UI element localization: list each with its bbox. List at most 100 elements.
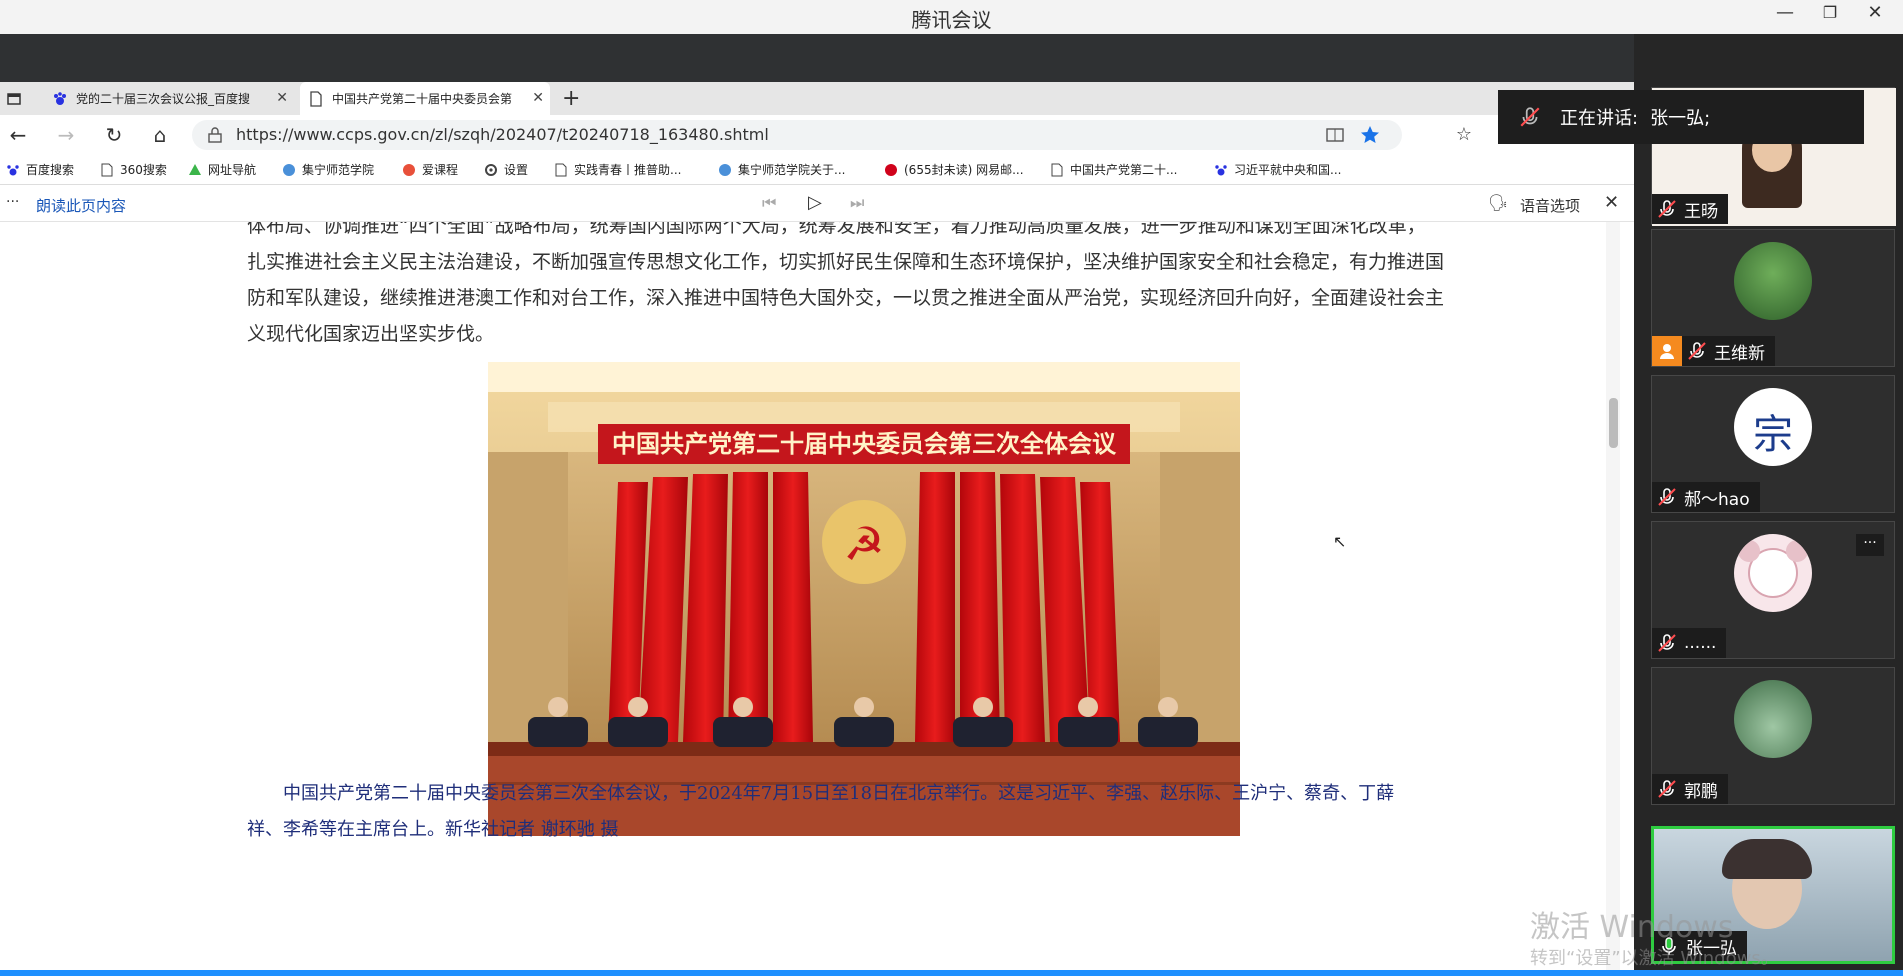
bookmark-item[interactable]: 360搜索: [100, 161, 167, 178]
favorite-star-icon[interactable]: [1360, 125, 1380, 145]
page-icon: [555, 163, 567, 176]
forward-icon[interactable]: →: [52, 121, 80, 149]
reading-view-icon[interactable]: [1326, 127, 1344, 143]
next-paragraph-icon[interactable]: ⏭: [850, 193, 864, 213]
speaking-indicator: 正在讲话: 张一弘;: [1498, 90, 1864, 144]
speaking-name: 张一弘;: [1650, 108, 1711, 129]
minimize-button[interactable]: —: [1763, 0, 1807, 30]
participant-tile[interactable]: ··· ......: [1651, 521, 1895, 659]
paragraph-line: 防和军队建设，继续推进港澳工作和对台工作，深入推进中国特色大国外交，一以贯之推进…: [247, 287, 1445, 309]
tab-strip: 党的二十届三次会议公报_百度搜 ✕ 中国共产党第二十届中央委员会第 ✕ +: [0, 82, 1634, 115]
bookmark-item[interactable]: 中国共产党第二十...: [1050, 161, 1177, 178]
plenary-hall-image: 中国共产党第二十届中央委员会第三次全体会议 ☭: [488, 362, 1240, 836]
taskbar-edge: [0, 970, 1903, 976]
paragraph-line: 体布局、协调推进“四个全面”战略布局，统筹国内国际两个大局，统筹发展和安全，着力…: [247, 222, 1426, 237]
photo-caption: 中国共产党第二十届中央委员会第三次全体会议，于2024年7月15日至18日在北京…: [247, 776, 1487, 848]
participant-avatar: [1734, 534, 1812, 612]
bookmark-item[interactable]: 集宁师范学院: [282, 161, 374, 178]
previous-paragraph-icon[interactable]: ⏮: [762, 193, 776, 213]
new-tab-button[interactable]: +: [554, 82, 584, 115]
voice-icon: 🗣: [1488, 193, 1509, 212]
paragraph-line: 扎实推进社会主义民主法治建设，不断加强宣传思想文化工作，切实抓好民生保障和生态环…: [247, 251, 1445, 273]
baidu-paw-icon: [54, 91, 66, 105]
read-aloud-bar: ··· 朗读此页内容 ⏮ ▷ ⏭ 🗣 语音选项 ✕: [0, 186, 1634, 222]
bookmark-item[interactable]: (655封未读) 网易邮...: [884, 161, 1024, 178]
screen: 腾讯会议 — ❐ ✕ 党的二十届三次会议公报_百度搜 ✕ 中国共产党第二十届中央…: [0, 0, 1903, 976]
article-paragraph: 体布局、协调推进“四个全面”战略布局，统筹国内国际两个大局，统筹发展和安全，着力…: [247, 222, 1487, 352]
baidu-paw-icon: [7, 164, 19, 175]
favorites-icon[interactable]: ☆: [1450, 121, 1478, 149]
bookmark-item[interactable]: 爱课程: [402, 161, 458, 178]
close-read-aloud-icon[interactable]: ✕: [1604, 192, 1619, 213]
participant-tile[interactable]: 郭鹏: [1651, 667, 1895, 805]
bookmark-item[interactable]: 习近平就中央和国...: [1214, 161, 1341, 178]
more-options-button[interactable]: ···: [1856, 534, 1884, 556]
navigation-site-icon: [189, 163, 201, 175]
close-window-button[interactable]: ✕: [1853, 0, 1897, 30]
url-text: https://www.ccps.gov.cn/zl/szqh/202407/t…: [236, 125, 769, 144]
home-icon[interactable]: ⌂: [146, 121, 174, 149]
participant-avatar: [1734, 242, 1812, 320]
participant-avatar: 宗: [1734, 388, 1812, 466]
app-title: 腾讯会议: [911, 8, 992, 32]
mic-muted-icon: [1658, 634, 1676, 652]
participant-tile[interactable]: 宗 郝～hao: [1651, 375, 1895, 513]
bookmark-item[interactable]: 设置: [484, 161, 528, 178]
tab-close-icon[interactable]: ✕: [276, 90, 288, 106]
tab-ccps[interactable]: 中国共产党第二十届中央委员会第 ✕: [300, 82, 550, 115]
tab-label: 党的二十届三次会议公报_百度搜: [76, 92, 251, 106]
mic-muted-icon: [1658, 488, 1676, 506]
tab-actions-icon: [7, 92, 21, 105]
address-bar[interactable]: https://www.ccps.gov.cn/zl/szqh/202407/t…: [192, 120, 1402, 150]
windows-activation-subtitle: 转到“设置”以激活 Windows。: [1530, 948, 1779, 969]
scrollbar-thumb[interactable]: [1609, 398, 1618, 448]
bookmark-item[interactable]: 百度搜索: [6, 161, 74, 178]
participant-name-tag: 郭鹏: [1652, 774, 1728, 804]
back-icon[interactable]: ←: [4, 121, 32, 149]
page-icon: [310, 90, 322, 107]
baidu-paw-icon: [1215, 164, 1227, 175]
browser-window: 党的二十届三次会议公报_百度搜 ✕ 中国共产党第二十届中央委员会第 ✕ + ← …: [0, 82, 1634, 970]
photo-banner-text: 中国共产党第二十届中央委员会第三次全体会议: [612, 429, 1117, 458]
tab-actions-button[interactable]: [0, 82, 40, 115]
meeting-titlebar: 腾讯会议 — ❐ ✕: [0, 0, 1903, 34]
caption-line: 中国共产党第二十届中央委员会第三次全体会议，于2024年7月15日至18日在北京…: [283, 783, 1395, 804]
tab-close-icon[interactable]: ✕: [532, 90, 544, 106]
navigation-bar: ← → ↻ ⌂ https://www.ccps.gov.cn/zl/szqh/…: [0, 115, 1634, 155]
voice-options-button[interactable]: 语音选项: [1520, 195, 1580, 216]
refresh-icon[interactable]: ↻: [100, 121, 128, 149]
bookmark-item[interactable]: 实践青春丨推普助...: [554, 161, 681, 178]
participant-panel: 王旸 王维新 宗 郝～hao ··· ...... 郭鹏 张一弘: [1634, 34, 1903, 976]
play-icon[interactable]: ▷: [808, 192, 822, 213]
paragraph-line: 义现代化国家迈出坚实步伐。: [247, 323, 495, 345]
school-logo-icon: [283, 163, 295, 176]
windows-activation-title: 激活 Windows: [1530, 910, 1734, 945]
article-photo: 中国共产党第二十届中央委员会第三次全体会议 ☭: [488, 362, 1240, 836]
participant-name-tag: ......: [1652, 628, 1727, 658]
page-icon: [101, 163, 113, 176]
screen-share-bar: [0, 34, 1634, 82]
bookmark-item[interactable]: 集宁师范学院关于...: [718, 161, 845, 178]
caption-line: 祥、李希等在主席台上。新华社记者 谢环驰 摄: [247, 819, 619, 840]
tab-baidu[interactable]: 党的二十届三次会议公报_百度搜 ✕: [44, 82, 294, 115]
participant-tile[interactable]: 王维新: [1651, 229, 1895, 367]
participant-name-tag: 王旸: [1652, 194, 1728, 224]
mic-muted-icon: [1688, 342, 1706, 360]
more-icon[interactable]: ···: [6, 194, 19, 210]
school-logo-icon: [719, 163, 731, 176]
mouse-cursor-icon: ↖: [1333, 532, 1347, 551]
mic-muted-icon: [1658, 780, 1676, 798]
mail-icon: [885, 163, 897, 176]
mic-muted-icon: [1520, 107, 1540, 127]
lock-icon: [208, 127, 222, 143]
participant-name-tag: 郝～hao: [1652, 482, 1760, 512]
host-icon: [1652, 336, 1682, 366]
page-scrollbar[interactable]: [1606, 222, 1620, 970]
restore-button[interactable]: ❐: [1808, 0, 1852, 30]
read-aloud-label[interactable]: 朗读此页内容: [36, 195, 126, 216]
mic-muted-icon: [1658, 200, 1676, 218]
page-content: 体布局、协调推进“四个全面”战略布局，统筹国内国际两个大局，统筹发展和安全，着力…: [0, 222, 1620, 970]
course-site-icon: [403, 163, 415, 176]
participant-name-tag: 王维新: [1652, 336, 1775, 366]
bookmark-item[interactable]: 网址导航: [188, 161, 256, 178]
